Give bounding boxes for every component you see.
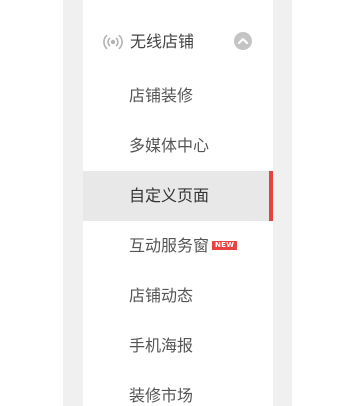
menu-item-multimedia-center[interactable]: 多媒体中心: [83, 121, 273, 171]
menu-item-label: 手机海报: [129, 336, 194, 355]
menu-item-label: 店铺装修: [129, 86, 194, 105]
active-indicator: [269, 171, 273, 221]
sidebar-menu: 无线店铺 店铺装修 多媒体中心 自定义页面 互动服务窗 NEW 店铺动态 手机海报…: [83, 0, 273, 406]
menu-item-label: 店铺动态: [129, 286, 194, 305]
menu-item-mobile-poster[interactable]: 手机海报: [83, 321, 273, 371]
new-badge: NEW: [212, 241, 238, 250]
section-title: 无线店铺: [130, 32, 195, 51]
menu-item-store-decoration[interactable]: 店铺装修: [83, 71, 273, 121]
menu-item-label: 互动服务窗 NEW: [129, 236, 238, 256]
menu-item-custom-page[interactable]: 自定义页面: [83, 171, 273, 221]
chevron-up-circle-icon[interactable]: [233, 31, 253, 51]
menu-item-decoration-market[interactable]: 装修市场: [83, 371, 273, 406]
menu-item-text: 互动服务窗: [129, 236, 210, 255]
wireless-store-section-header[interactable]: 无线店铺: [83, 20, 273, 64]
wireless-signal-icon: [103, 34, 123, 50]
menu-item-store-updates[interactable]: 店铺动态: [83, 271, 273, 321]
page: 无线店铺 店铺装修 多媒体中心 自定义页面 互动服务窗 NEW 店铺动态 手机海报…: [0, 0, 338, 406]
menu-item-label: 装修市场: [129, 386, 194, 405]
menu-item-interactive-service[interactable]: 互动服务窗 NEW: [83, 221, 273, 271]
menu-item-label: 多媒体中心: [129, 136, 210, 155]
menu-item-label: 自定义页面: [129, 186, 210, 205]
